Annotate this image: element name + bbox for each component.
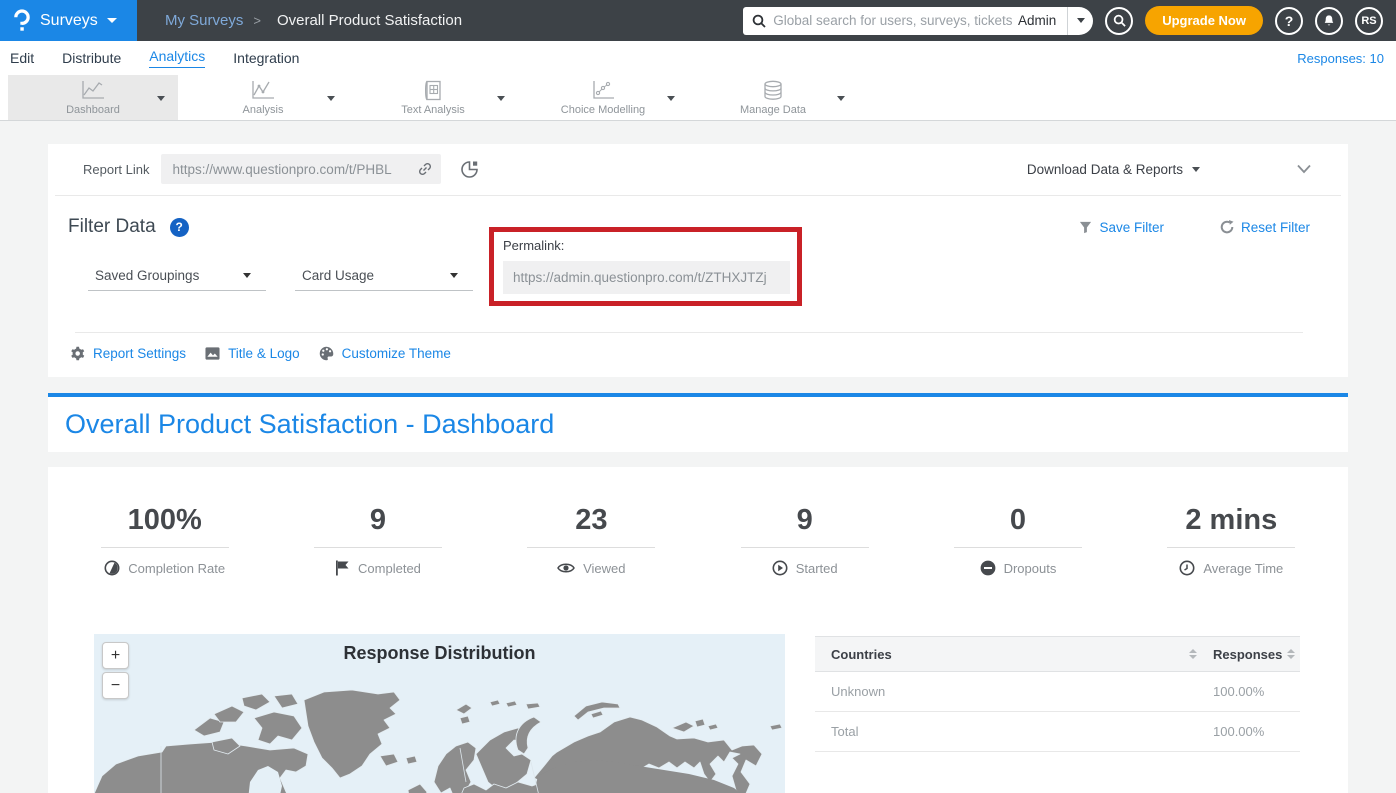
permalink-label: Permalink: [503,238,790,253]
gear-icon [70,346,85,361]
chevron-down-icon [107,18,117,23]
chevron-down-icon[interactable] [837,96,845,101]
tab-distribute[interactable]: Distribute [62,50,121,66]
breadcrumb-my-surveys[interactable]: My Surveys [165,12,243,29]
dashboard-panel: 100% Completion Rate 9 Completed [48,467,1348,793]
dashboard-title-band: Overall Product Satisfaction - Dashboard [48,397,1348,452]
help-icon[interactable]: ? [170,218,189,237]
chevron-down-icon[interactable] [667,96,675,101]
responses-count[interactable]: Responses: 10 [1297,51,1384,66]
table-row: Total 100.00% [815,712,1300,752]
permalink-annotation-box: Permalink: https://admin.questionpro.com… [489,227,802,306]
breadcrumb: My Surveys > Overall Product Satisfactio… [137,12,462,29]
upgrade-now-button[interactable]: Upgrade Now [1145,6,1263,35]
line-chart-icon [250,80,276,101]
chevron-down-icon [450,273,458,278]
palette-icon [319,346,334,361]
breadcrumb-current: Overall Product Satisfaction [277,12,462,29]
stat-average-time: 2 mins Average Time [1125,501,1338,576]
report-link-input[interactable]: https://www.questionpro.com/t/PHBL [161,154,441,184]
filter-data-heading: Filter Data [68,216,156,238]
toolbar-analysis[interactable]: Analysis [178,75,348,120]
clock-icon [1179,560,1195,576]
map-title: Response Distribution [94,634,785,664]
line-chart-icon [80,80,106,101]
map-zoom-out-button[interactable]: − [102,672,129,699]
stat-completed: 9 Completed [271,501,484,576]
global-search-input[interactable] [773,13,1014,28]
countries-table: Countries Responses Unknown 100.00% Tota… [815,636,1300,793]
reset-filter-button[interactable]: Reset Filter [1220,220,1310,235]
permalink-input[interactable]: https://admin.questionpro.com/t/ZTHXJTZj [503,261,790,294]
table-row: Unknown 100.00% [815,672,1300,712]
toolbar-choice-modelling[interactable]: Choice Modelling [518,75,688,120]
search-scope-dropdown[interactable] [1067,7,1093,35]
saved-groupings-dropdown[interactable]: Saved Groupings [88,263,266,291]
help-button[interactable]: ? [1275,7,1303,35]
image-icon [205,346,220,361]
questionpro-logo-icon [12,9,31,33]
chevron-down-icon [243,273,251,278]
eye-icon [557,561,575,575]
tab-edit[interactable]: Edit [10,50,34,66]
countries-table-header: Countries Responses [815,636,1300,672]
toolbar-manage-data[interactable]: Manage Data [688,75,858,120]
search-icon [752,14,766,28]
map-zoom-in-button[interactable]: + [102,642,129,669]
collapse-chevron-icon[interactable] [1296,164,1312,174]
global-search: Admin [743,7,1093,35]
contrast-icon [104,560,120,576]
tab-integration[interactable]: Integration [233,50,299,66]
chevron-down-icon[interactable] [497,96,505,101]
responses-column-header[interactable]: Responses [1213,647,1282,662]
link-icon [417,161,433,177]
bell-icon [1322,14,1336,28]
breadcrumb-separator: > [253,13,261,28]
flag-icon [335,560,350,576]
toolbar-dashboard[interactable]: Dashboard [8,75,178,120]
avatar[interactable]: RS [1355,7,1383,35]
report-panel: Report Link https://www.questionpro.com/… [48,144,1348,377]
sort-icon[interactable] [1287,649,1296,659]
chevron-down-icon[interactable] [157,96,165,101]
search-icon [1113,14,1126,27]
stat-dropouts: 0 Dropouts [911,501,1124,576]
stat-viewed: 23 Viewed [485,501,698,576]
response-distribution-map[interactable]: Response Distribution + − [94,634,785,793]
product-name: Surveys [40,12,98,30]
customize-theme-link[interactable]: Customize Theme [319,346,451,361]
report-settings-link[interactable]: Report Settings [70,346,186,361]
stat-completion-rate: 100% Completion Rate [58,501,271,576]
card-usage-dropdown[interactable]: Card Usage [295,263,473,291]
database-icon [761,80,785,101]
topbar: Surveys My Surveys > Overall Product Sat… [0,0,1396,41]
chevron-down-icon [1192,167,1200,172]
sort-icon[interactable] [1189,649,1198,659]
tab-analytics[interactable]: Analytics [149,48,205,68]
minus-circle-icon [980,560,996,576]
world-map [94,670,785,793]
title-logo-link[interactable]: Title & Logo [205,346,300,361]
report-link-label: Report Link [83,162,149,177]
play-icon [772,560,788,576]
search-button[interactable] [1105,7,1133,35]
search-scope[interactable]: Admin [1014,13,1067,28]
document-icon [421,80,445,101]
analytics-toolbar: Dashboard Analysis Text Analysis [0,75,1396,121]
save-filter-button[interactable]: Save Filter [1079,220,1164,235]
product-switcher[interactable]: Surveys [0,0,137,41]
page-title: Overall Product Satisfaction - Dashboard [48,409,554,440]
stat-started: 9 Started [698,501,911,576]
survey-menu: Edit Distribute Analytics Integration Re… [0,41,1396,75]
refresh-icon [1220,220,1234,234]
scatter-chart-icon [590,80,616,101]
download-data-reports[interactable]: Download Data & Reports [1027,162,1200,177]
toolbar-text-analysis[interactable]: Text Analysis [348,75,518,120]
chevron-down-icon[interactable] [327,96,335,101]
live-report-icon[interactable] [459,159,480,180]
countries-column-header[interactable]: Countries [831,647,1189,662]
notifications-button[interactable] [1315,7,1343,35]
funnel-icon [1079,221,1092,234]
stats-row: 100% Completion Rate 9 Completed [48,501,1348,576]
